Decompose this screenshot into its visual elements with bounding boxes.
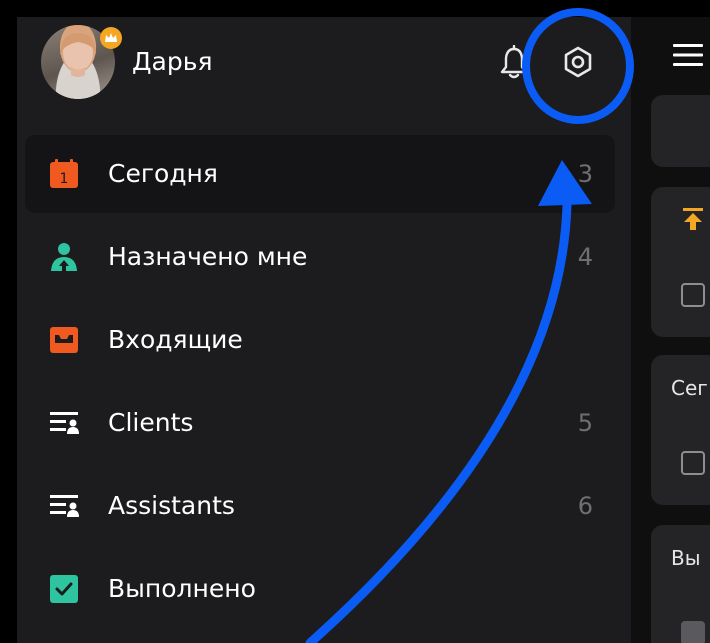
priority-task-card[interactable]: [651, 187, 710, 337]
menu-item-completed[interactable]: Выполнено: [17, 550, 631, 633]
menu-item-label: Входящие: [108, 325, 243, 354]
premium-badge: [100, 27, 122, 49]
task-checkbox-done[interactable]: [681, 621, 705, 643]
menu-item-label: Assistants: [108, 491, 235, 520]
menu-item-assistants[interactable]: Assistants 6: [17, 467, 631, 550]
menu-item-inbox[interactable]: Входящие: [17, 301, 631, 384]
shared-list-icon: [48, 407, 80, 439]
bell-icon: [500, 44, 528, 79]
menu-item-today[interactable]: 1 Сегодня 3: [17, 135, 631, 218]
menu-item-count: 4: [577, 243, 593, 271]
task-list-pane: Сег Вы: [631, 17, 710, 643]
menu-item-count: 6: [577, 492, 593, 520]
hamburger-icon: [673, 44, 703, 66]
user-name: Дарья: [132, 47, 213, 76]
task-checkbox[interactable]: [681, 451, 705, 475]
profile-header[interactable]: Дарья: [17, 17, 631, 117]
menu-item-count: 3: [577, 160, 593, 188]
screenshot-frame: Дарья 1 Сегодня 3 Назначено мне 4 Входящ…: [0, 0, 710, 643]
completed-check-icon: [48, 573, 80, 605]
completed-section-card: Вы: [651, 525, 710, 643]
navigation-drawer: Дарья 1 Сегодня 3 Назначено мне 4 Входящ…: [17, 17, 631, 643]
gear-icon: [564, 46, 592, 78]
menu-item-label: Выполнено: [108, 574, 256, 603]
calendar-day-number: 1: [60, 171, 69, 187]
menu-item-label: Назначено мне: [108, 242, 308, 271]
menu-item-clients[interactable]: Clients 5: [17, 384, 631, 467]
notifications-button[interactable]: [498, 44, 530, 81]
menu-item-label: Clients: [108, 408, 194, 437]
crown-icon: [105, 33, 117, 42]
menu-list: 1 Сегодня 3 Назначено мне 4 Входящие Cli…: [17, 135, 631, 633]
menu-item-assigned-to-me[interactable]: Назначено мне 4: [17, 218, 631, 301]
settings-button[interactable]: [561, 45, 595, 79]
task-checkbox[interactable]: [681, 283, 705, 307]
shared-list-icon: [48, 490, 80, 522]
menu-item-count: 5: [577, 409, 593, 437]
calendar-today-icon: 1: [48, 158, 80, 190]
section-title-today: Сег: [671, 376, 708, 400]
section-title-done: Вы: [671, 546, 701, 570]
search-card[interactable]: [651, 95, 710, 167]
inbox-icon: [48, 324, 80, 356]
today-section-card: Сег: [651, 355, 710, 505]
assigned-person-icon: [48, 241, 80, 273]
priority-arrow-icon: [683, 208, 703, 230]
menu-button[interactable]: [673, 43, 703, 67]
menu-item-label: Сегодня: [108, 159, 218, 188]
